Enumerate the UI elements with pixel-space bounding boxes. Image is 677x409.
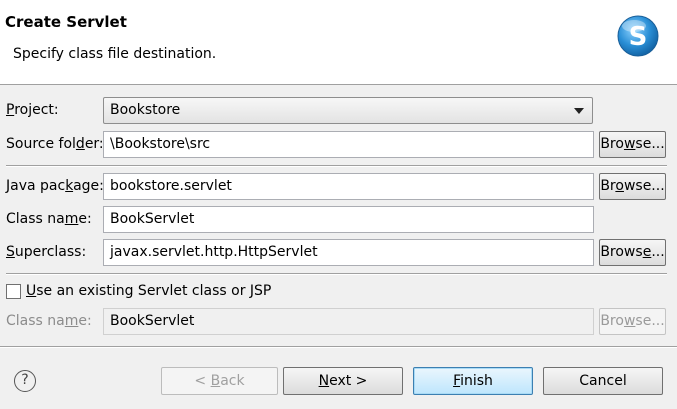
- back-button[interactable]: < Back: [161, 367, 278, 395]
- use-existing-checkbox-label[interactable]: Use an existing Servlet class or JSP: [26, 283, 271, 299]
- dropdown-arrow-icon: [574, 108, 584, 114]
- class-name-row: Class name: BookServlet: [0, 205, 677, 235]
- existing-class-browse-button[interactable]: Browse...: [599, 308, 666, 335]
- java-package-value: bookstore.servlet: [110, 178, 232, 194]
- finish-button[interactable]: Finish: [413, 367, 533, 395]
- superclass-browse-button[interactable]: Browse...: [599, 239, 666, 266]
- class-name-label: Class name:: [6, 211, 92, 227]
- source-folder-value: \Bookstore\src: [110, 136, 211, 152]
- project-row: Project: Bookstore: [0, 96, 677, 126]
- class-name-value: BookServlet: [110, 211, 195, 227]
- project-label: Project:: [6, 102, 59, 118]
- java-package-input[interactable]: bookstore.servlet: [103, 173, 594, 200]
- superclass-label: Superclass:: [6, 244, 87, 260]
- existing-class-name-row: Class name: BookServlet Browse...: [0, 307, 677, 337]
- footer-separator: [0, 346, 677, 348]
- existing-class-name-value: BookServlet: [110, 313, 195, 329]
- source-folder-input[interactable]: \Bookstore\src: [103, 131, 594, 158]
- wizard-header: Create Servlet Specify class file destin…: [0, 0, 677, 85]
- use-existing-checkbox[interactable]: [6, 284, 21, 299]
- project-value: Bookstore: [110, 102, 181, 118]
- class-name-input[interactable]: BookServlet: [103, 206, 594, 233]
- servlet-s-logo-icon: S: [617, 15, 659, 57]
- separator: [6, 165, 667, 167]
- project-combo[interactable]: Bookstore: [103, 97, 593, 124]
- existing-class-name-label: Class name:: [6, 313, 92, 329]
- source-folder-label: Source folder:: [6, 136, 104, 152]
- java-package-browse-button[interactable]: Browse...: [599, 173, 666, 200]
- superclass-input[interactable]: javax.servlet.http.HttpServlet: [103, 239, 594, 266]
- next-button[interactable]: Next >: [283, 367, 403, 395]
- help-icon[interactable]: ?: [14, 370, 36, 392]
- source-folder-row: Source folder: \Bookstore\src Browse...: [0, 130, 677, 160]
- separator: [6, 273, 667, 275]
- wizard-title: Create Servlet: [5, 13, 127, 31]
- wizard-subtitle: Specify class file destination.: [13, 46, 217, 62]
- java-package-label: Java package:: [6, 178, 104, 194]
- cancel-button[interactable]: Cancel: [543, 367, 663, 395]
- superclass-row: Superclass: javax.servlet.http.HttpServl…: [0, 238, 677, 268]
- source-folder-browse-button[interactable]: Browse...: [599, 131, 666, 158]
- java-package-row: Java package: bookstore.servlet Browse..…: [0, 172, 677, 202]
- superclass-value: javax.servlet.http.HttpServlet: [110, 244, 318, 260]
- existing-class-name-input[interactable]: BookServlet: [103, 308, 594, 335]
- svg-text:S: S: [629, 22, 648, 52]
